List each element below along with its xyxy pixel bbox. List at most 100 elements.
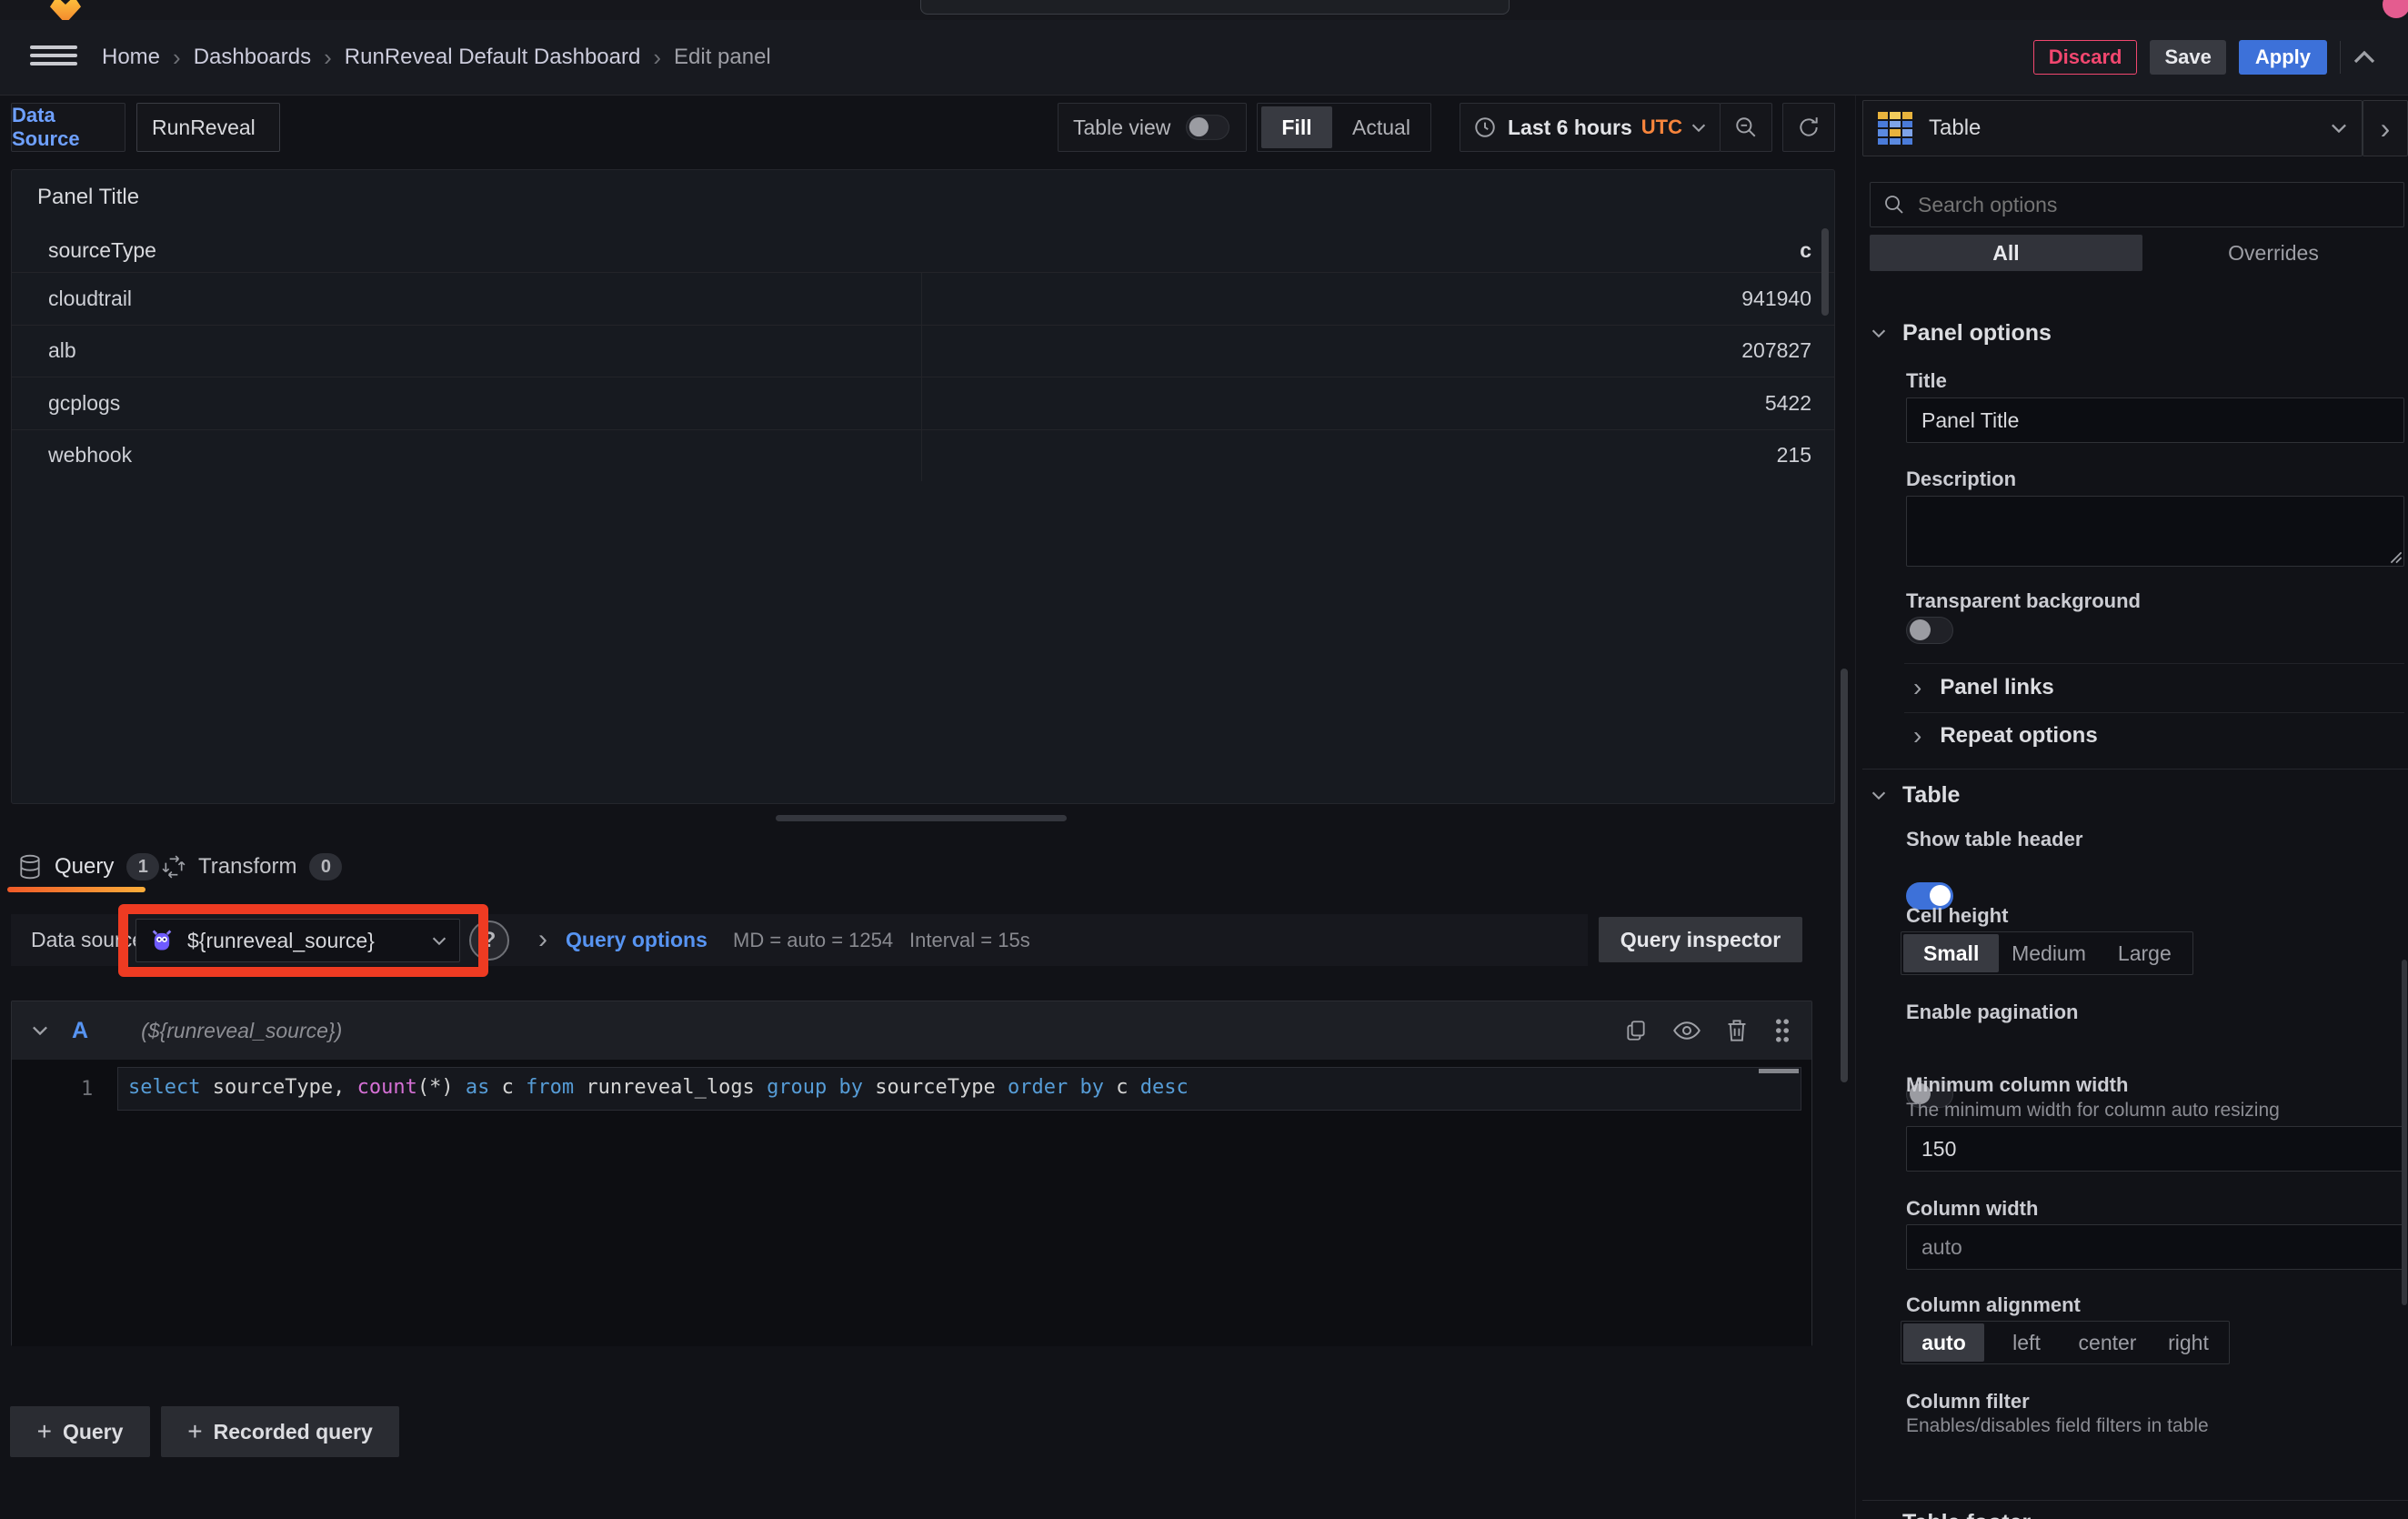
query-options-link[interactable]: Query options <box>566 928 707 952</box>
column-filter-desc: Enables/disables field filters in table <box>1906 1415 2209 1437</box>
query-tab[interactable]: Query 1 <box>18 844 159 890</box>
min-column-width-input[interactable] <box>1906 1126 2404 1172</box>
interval-text: Interval = 15s <box>909 929 1030 952</box>
chevron-down-icon <box>2331 124 2347 133</box>
editor-overview-marker <box>1759 1069 1799 1073</box>
data-source-nav-button[interactable]: Data Source <box>11 103 125 152</box>
sql-token: sourceType <box>875 1076 1008 1099</box>
navbar-divider <box>2340 41 2341 74</box>
option-right[interactable]: right <box>2148 1322 2229 1363</box>
pane-resize-handle[interactable] <box>776 815 1067 821</box>
filter-tab-overrides[interactable]: Overrides <box>2142 235 2404 271</box>
plus-icon: + <box>187 1419 202 1444</box>
repeat-options-label: Repeat options <box>1940 723 2097 749</box>
transform-icon <box>162 855 186 879</box>
breadcrumb-item[interactable]: Dashboards <box>194 45 311 70</box>
actual-option[interactable]: Actual <box>1332 116 1430 140</box>
query-ref-id[interactable]: A <box>72 1018 88 1044</box>
breadcrumb-item[interactable]: Home <box>102 45 160 70</box>
option-large[interactable]: Large <box>2097 932 2192 974</box>
cell-count: 207827 <box>1741 338 1834 363</box>
option-left[interactable]: left <box>1986 1322 2067 1363</box>
option-auto[interactable]: auto <box>1903 1323 1984 1362</box>
duplicate-query-icon[interactable] <box>1624 1019 1648 1042</box>
sidebar-scrollbar-thumb[interactable] <box>2402 960 2407 1305</box>
transparent-background-toggle[interactable] <box>1906 617 1953 644</box>
collapse-chevron-icon[interactable] <box>32 1026 48 1035</box>
cell-count: 5422 <box>1765 391 1834 416</box>
table-header-row: sourceType c <box>12 228 1834 272</box>
actual-label: Actual <box>1352 116 1410 140</box>
min-column-width-desc: The minimum width for column auto resizi… <box>1906 1100 2280 1122</box>
sidebar-collapse-button[interactable]: › <box>2363 100 2408 156</box>
zoom-out-button[interactable] <box>1720 103 1772 152</box>
add-query-label: Query <box>63 1420 123 1444</box>
table-scrollbar-thumb[interactable] <box>1821 228 1829 316</box>
sql-token: (*) <box>417 1076 466 1099</box>
max-data-points-text: MD = auto = 1254 <box>733 929 893 952</box>
fill-option[interactable]: Fill <box>1261 106 1332 148</box>
query-tab-count-badge: 1 <box>126 853 159 880</box>
sql-line: select sourceType, count(*) as c from ru… <box>128 1076 1189 1099</box>
visualization-picker[interactable]: Table <box>1862 100 2363 156</box>
cell-height-group: SmallMediumLarge <box>1901 931 2193 975</box>
description-textarea[interactable] <box>1906 496 2404 567</box>
apply-button[interactable]: Apply <box>2239 40 2327 75</box>
textarea-resize-handle[interactable] <box>2390 551 2403 564</box>
save-button[interactable]: Save <box>2150 40 2225 75</box>
panel-links-header[interactable]: › Panel links <box>1913 673 2054 702</box>
main-scrollbar-thumb[interactable] <box>1841 669 1848 1082</box>
chevron-down-icon <box>1871 329 1886 337</box>
refresh-button[interactable] <box>1782 103 1835 152</box>
column-width-label: Column width <box>1906 1197 2038 1221</box>
delete-query-icon[interactable] <box>1726 1019 1748 1042</box>
query-options-chevron-icon[interactable]: › <box>538 924 547 955</box>
chevron-right-icon: › <box>1913 721 1921 750</box>
timezone-label: UTC <box>1641 116 1682 139</box>
cell-count: 215 <box>1777 443 1834 468</box>
option-medium[interactable]: Medium <box>2001 932 2096 974</box>
fill-label: Fill <box>1281 116 1311 140</box>
table-footer-header[interactable]: Table footer <box>1871 1510 2031 1519</box>
sql-code-editor[interactable]: 1 select sourceType, count(*) as c from … <box>12 1060 1811 1346</box>
datasource-picker-dropdown[interactable]: RunReveal <box>136 103 280 152</box>
add-query-button[interactable]: + Query <box>10 1406 150 1457</box>
enable-pagination-label: Enable pagination <box>1906 1001 2078 1024</box>
sidebar-left-divider <box>1855 96 1856 1519</box>
query-editor-card: A (${runreveal_source}) 1 select sourceT… <box>11 1001 1812 1346</box>
plus-icon: + <box>37 1419 52 1444</box>
cell-sourcetype: cloudtrail <box>12 287 132 311</box>
cell-count: 941940 <box>1741 287 1834 311</box>
time-range-picker[interactable]: Last 6 hours UTC <box>1460 103 1721 152</box>
browser-omnibox-partial[interactable] <box>920 0 1510 15</box>
sql-token: sourceType, <box>213 1076 357 1099</box>
breadcrumb-separator: › <box>653 44 661 72</box>
panel-options-header[interactable]: Panel options <box>1871 320 2052 347</box>
column-filter-label: Column filter <box>1906 1390 2030 1413</box>
column-header-c[interactable]: c <box>1800 238 1834 263</box>
sql-token: select <box>128 1076 213 1099</box>
breadcrumb-item[interactable]: RunReveal Default Dashboard <box>345 45 641 70</box>
table-options-header[interactable]: Table <box>1871 782 1960 809</box>
repeat-options-header[interactable]: › Repeat options <box>1913 721 2098 750</box>
panel-title-input[interactable] <box>1906 397 2404 443</box>
chevron-up-icon[interactable] <box>2353 51 2375 64</box>
title-label: Title <box>1906 369 1947 393</box>
search-options-box <box>1870 182 2404 227</box>
discard-button[interactable]: Discard <box>2033 40 2138 75</box>
table-view-toggle[interactable] <box>1186 115 1229 140</box>
transform-tab[interactable]: Transform 0 <box>162 844 342 890</box>
drag-handle-icon[interactable] <box>1773 1018 1791 1043</box>
column-header-sourcetype[interactable]: sourceType <box>12 238 156 263</box>
add-recorded-query-button[interactable]: + Recorded query <box>161 1406 399 1457</box>
hide-query-icon[interactable] <box>1673 1021 1701 1041</box>
table-row: webhook215 <box>12 429 1834 482</box>
search-options-input[interactable] <box>1916 192 2391 218</box>
hamburger-menu-icon[interactable] <box>30 45 77 65</box>
sql-token: runreveal_logs <box>586 1076 767 1099</box>
query-inspector-button[interactable]: Query inspector <box>1599 917 1802 962</box>
column-width-input[interactable] <box>1906 1224 2404 1270</box>
option-small[interactable]: Small <box>1903 934 1999 972</box>
option-center[interactable]: center <box>2067 1322 2148 1363</box>
filter-tab-all[interactable]: All <box>1870 235 2142 271</box>
